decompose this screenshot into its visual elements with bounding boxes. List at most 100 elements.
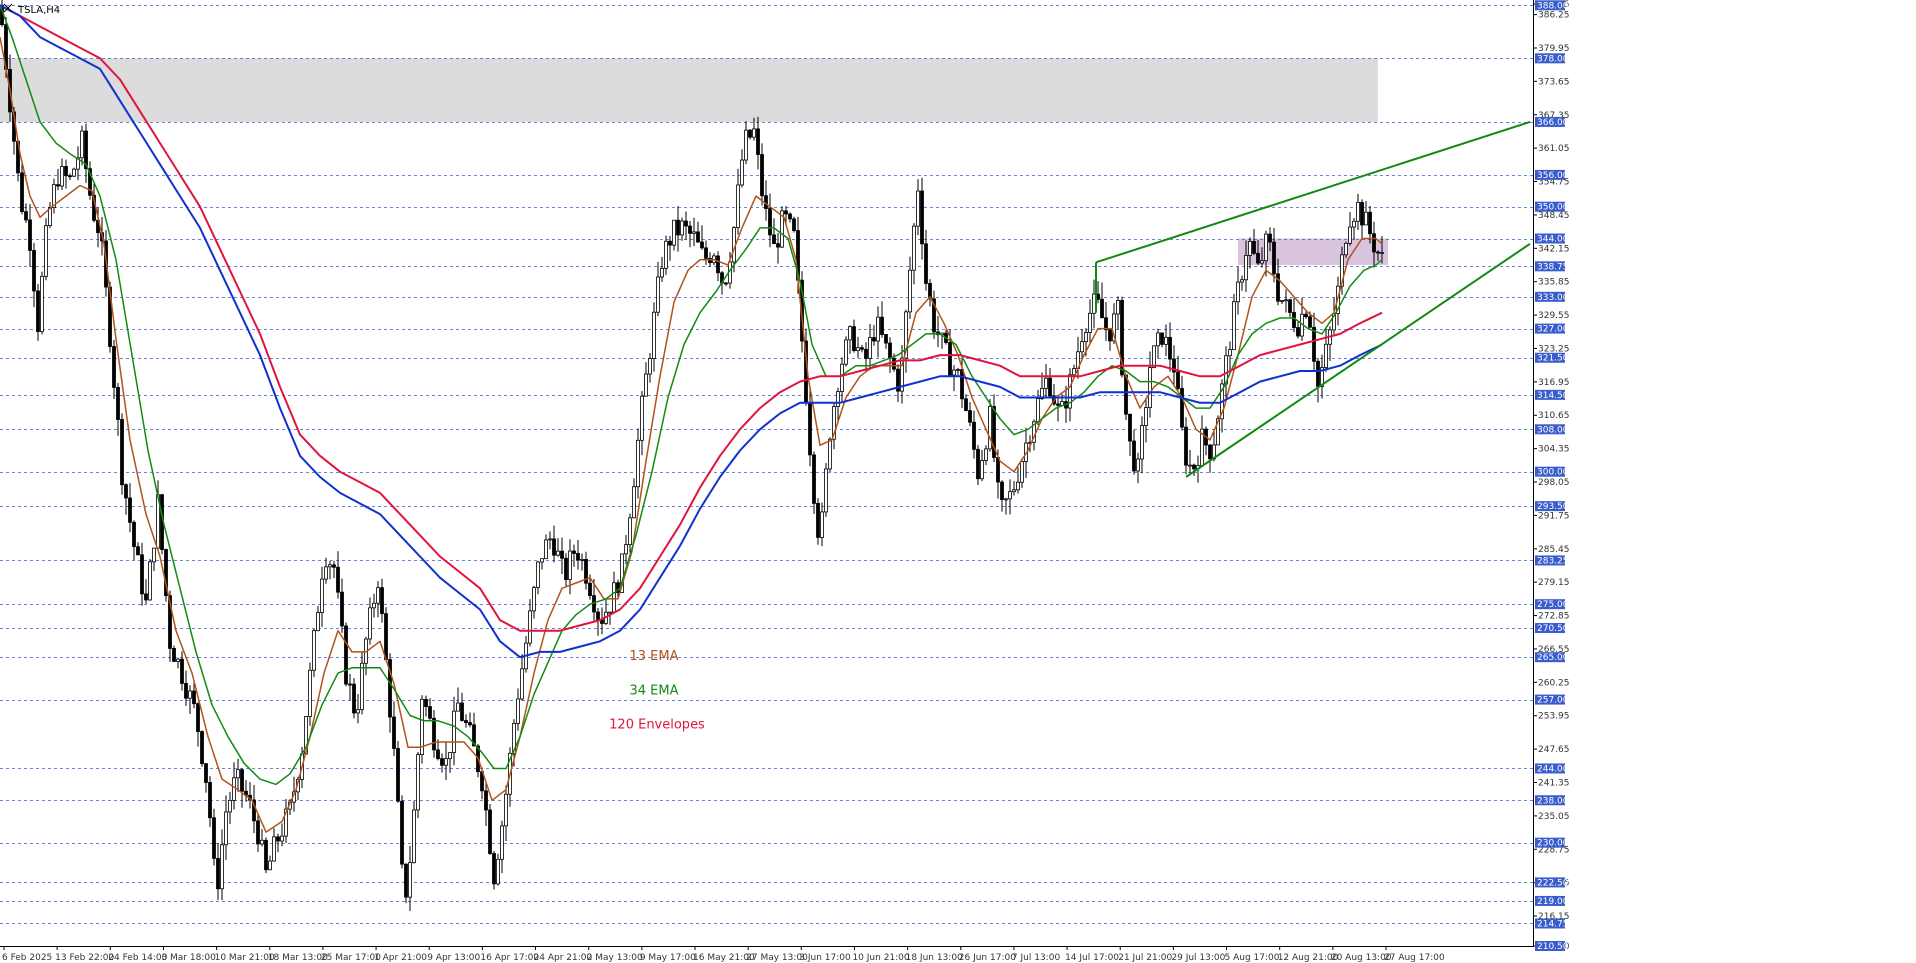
level-label-23: 219.00 xyxy=(1537,897,1569,907)
candle-body-323 xyxy=(1292,312,1296,328)
candle-body-47 xyxy=(188,690,192,699)
candle-body-231 xyxy=(924,243,928,284)
candle-body-156 xyxy=(624,544,628,555)
candle-body-186 xyxy=(744,129,748,161)
candle-body-45 xyxy=(180,658,184,684)
candle-body-167 xyxy=(668,240,672,246)
candle-body-290 xyxy=(1160,332,1164,345)
candle-body-134 xyxy=(536,561,540,588)
level-label-18: 257.00 xyxy=(1537,696,1569,706)
candle-body-92 xyxy=(368,607,372,640)
candle-body-111 xyxy=(444,758,448,766)
candle-body-288 xyxy=(1152,345,1156,369)
time-tick-label-6: 25 Mar 17:00 xyxy=(321,953,381,963)
candle-body-270 xyxy=(1080,341,1084,353)
candle-body-126 xyxy=(504,793,508,827)
candle-body-192 xyxy=(768,208,772,236)
price-tick-label-25: 235.05 xyxy=(1538,812,1570,822)
candle-body-133 xyxy=(532,587,536,612)
candle-body-181 xyxy=(724,282,728,285)
candle-body-206 xyxy=(824,468,828,513)
time-tick-label-8: 9 Apr 13:00 xyxy=(427,953,480,963)
candle-body-58 xyxy=(232,777,236,801)
time-tick-label-5: 18 Mar 13:00 xyxy=(268,953,328,963)
candle-body-68 xyxy=(272,836,276,862)
candle-body-193 xyxy=(772,234,776,245)
candle-body-189 xyxy=(756,128,760,155)
candle-body-281 xyxy=(1124,374,1128,415)
level-label-24: 214.75 xyxy=(1537,919,1569,929)
candle-body-20 xyxy=(80,130,84,159)
candle-body-262 xyxy=(1048,377,1052,397)
candle-body-243 xyxy=(972,421,976,450)
price-tick-label-24: 241.35 xyxy=(1538,779,1570,789)
candle-body-110 xyxy=(440,758,444,766)
candle-body-129 xyxy=(516,698,520,724)
candle-body-337 xyxy=(1348,226,1352,244)
level-label-20: 238.00 xyxy=(1537,796,1569,806)
candle-body-307 xyxy=(1228,349,1232,357)
price-tick-label-1: 386.25 xyxy=(1538,11,1570,21)
candle-body-249 xyxy=(996,457,1000,483)
candle-body-179 xyxy=(716,255,720,274)
candle-body-44 xyxy=(176,658,180,662)
time-tick-label-3: 3 Mar 18:00 xyxy=(161,953,216,963)
candle-body-93 xyxy=(372,602,376,609)
candle-body-194 xyxy=(776,243,780,248)
candle-body-8 xyxy=(32,250,36,292)
candle-body-160 xyxy=(640,395,644,441)
candle-body-48 xyxy=(192,690,196,705)
candle-body-81 xyxy=(324,566,328,580)
chart-root: 13 EMA34 EMA120 Envelopes 388.25386.2537… xyxy=(0,0,1916,963)
time-tick-label-7: 1 Apr 21:00 xyxy=(374,953,427,963)
candle-body-153 xyxy=(612,582,616,613)
candle-body-294 xyxy=(1176,371,1180,389)
candle-body-123 xyxy=(492,853,496,885)
candle-body-321 xyxy=(1284,299,1288,302)
candle-body-309 xyxy=(1236,281,1240,303)
candle-body-33 xyxy=(132,521,136,548)
candle-body-331 xyxy=(1324,343,1328,368)
candle-body-157 xyxy=(628,517,632,546)
candle-body-241 xyxy=(964,398,968,411)
candle-body-80 xyxy=(320,578,324,613)
level-label-8: 327.00 xyxy=(1537,325,1569,335)
candle-body-324 xyxy=(1296,327,1300,337)
candle-body-344 xyxy=(1376,251,1380,254)
candle-body-57 xyxy=(228,799,232,813)
candle-body-169 xyxy=(676,219,680,236)
time-tick-label-26: 27 Aug 17:00 xyxy=(1384,953,1445,963)
level-label-10: 314.50 xyxy=(1537,391,1569,401)
candle-body-37 xyxy=(148,561,152,601)
candle-body-311 xyxy=(1244,254,1248,281)
candle-body-289 xyxy=(1156,332,1160,347)
candle-body-279 xyxy=(1116,300,1120,315)
candle-body-264 xyxy=(1056,403,1060,406)
candle-body-285 xyxy=(1140,425,1144,460)
candle-body-343 xyxy=(1372,233,1376,253)
candle-body-210 xyxy=(840,363,844,392)
time-tick-label-4: 10 Mar 21:00 xyxy=(215,953,275,963)
candle-body-223 xyxy=(892,357,896,370)
candle-body-214 xyxy=(856,347,860,352)
candle-body-144 xyxy=(576,553,580,561)
candle-body-112 xyxy=(448,752,452,760)
candle-body-166 xyxy=(664,240,668,269)
candle-body-163 xyxy=(652,311,656,359)
candle-body-98 xyxy=(392,716,396,749)
zone-0 xyxy=(0,58,1378,122)
candle-body-209 xyxy=(836,391,840,407)
candle-body-96 xyxy=(384,613,388,660)
candle-body-16 xyxy=(64,166,68,177)
candle-body-292 xyxy=(1168,336,1172,360)
candle-body-142 xyxy=(568,550,572,580)
time-tick-label-20: 14 Jul 17:00 xyxy=(1065,953,1119,963)
candle-body-345 xyxy=(1380,252,1384,254)
level-label-9: 321.50 xyxy=(1537,354,1569,364)
candle-body-55 xyxy=(220,844,224,890)
annotation-2: 120 Envelopes xyxy=(609,718,705,733)
price-tick-label-5: 361.05 xyxy=(1538,144,1570,154)
candle-body-38 xyxy=(152,547,156,563)
candle-body-275 xyxy=(1100,298,1104,319)
candle-body-158 xyxy=(632,486,636,519)
